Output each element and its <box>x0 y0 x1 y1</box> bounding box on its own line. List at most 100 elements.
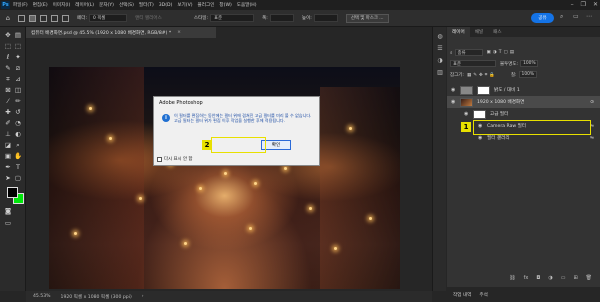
dont-show-again-checkbox[interactable]: 다시 표시 안 함 <box>157 156 192 162</box>
intersect-selection-icon[interactable] <box>62 14 69 22</box>
stamp-tool-icon[interactable]: ⊥ <box>4 130 12 138</box>
fill-input[interactable]: 100% <box>518 71 537 78</box>
new-selection-icon[interactable] <box>29 14 36 22</box>
height-input[interactable] <box>313 14 338 22</box>
quick-select-tool-icon[interactable]: ✎ <box>4 64 12 72</box>
color-panel-icon[interactable]: ◍ <box>436 33 444 41</box>
menu-plugins[interactable]: 플러그인 <box>198 2 215 8</box>
layer-name[interactable]: 밝도 / 대비 1 <box>494 87 520 93</box>
menu-help[interactable]: 도움말(H) <box>237 2 257 8</box>
add-selection-icon[interactable] <box>40 14 47 22</box>
blur-tool-icon[interactable]: ◔ <box>14 119 22 127</box>
fx-icon[interactable]: fx <box>524 275 529 283</box>
menu-type[interactable]: 문자(Y) <box>99 2 114 8</box>
crop-tool-icon[interactable]: ⌗ <box>4 75 12 83</box>
shape-tool-icon[interactable]: ▢ <box>14 174 22 182</box>
subtract-selection-icon[interactable] <box>51 14 58 22</box>
eraser-tool-icon[interactable]: ◪ <box>4 141 12 149</box>
add-mask-icon[interactable]: ◘ <box>536 275 540 283</box>
artboard-tool-icon[interactable]: ▤ <box>14 31 22 39</box>
menu-view[interactable]: 보기(V) <box>177 2 192 8</box>
layer-row[interactable]: ◉ 1920 x 1080 배경화면 ⊙ <box>447 96 600 108</box>
gradient-tool-icon[interactable]: ▣ <box>4 152 12 160</box>
tab-history[interactable]: 작업 내역 <box>453 292 471 298</box>
menu-edit[interactable]: 편집(E) <box>33 2 48 8</box>
type-tool-icon[interactable]: T <box>14 163 22 171</box>
link-layers-icon[interactable]: ⛓ <box>509 275 515 283</box>
feather-input[interactable]: 0 픽셀 <box>89 14 128 22</box>
close-tab-icon[interactable]: × <box>177 30 181 35</box>
visibility-eye-icon[interactable]: ◉ <box>478 135 484 141</box>
filter-kind-select[interactable]: 종류 <box>454 49 483 56</box>
menu-file[interactable]: 파일(F) <box>13 2 28 8</box>
visibility-eye-icon[interactable]: ◉ <box>451 87 457 93</box>
slice-tool-icon[interactable]: ⧄ <box>14 64 22 72</box>
zoom-tool-icon[interactable]: ⌕ <box>14 141 22 149</box>
foreground-color-swatch[interactable] <box>7 187 18 198</box>
antialias-label[interactable]: 앤티 앨리어스 <box>135 15 162 21</box>
healing-brush-icon[interactable]: ✚ <box>4 108 12 116</box>
screen-mode-icon[interactable]: ▭ <box>4 219 12 227</box>
select-and-mask-button[interactable]: 선택 및 마스크 ... <box>345 13 389 23</box>
zoom-level[interactable]: 45.53% <box>33 294 51 299</box>
menu-window[interactable]: 창(W) <box>219 2 231 8</box>
tab-notes[interactable]: 주석 <box>479 292 487 298</box>
group-icon[interactable]: ▭ <box>561 275 566 283</box>
properties-panel-icon[interactable]: ☰ <box>436 45 444 53</box>
search-icon[interactable]: ⌕ <box>560 13 568 21</box>
lasso-tool-icon[interactable]: ℓ <box>4 53 12 61</box>
pen-tool-icon[interactable]: ✒ <box>4 163 12 171</box>
delete-layer-icon[interactable]: 🗑 <box>586 275 592 283</box>
opacity-input[interactable]: 100% <box>520 60 539 67</box>
tab-paths[interactable]: 패스 <box>488 27 506 37</box>
ruler-tool-icon[interactable]: ⊿ <box>14 75 22 83</box>
lock-icons[interactable]: ▦✎✥⌗🔒 <box>467 72 497 78</box>
adjustment-icon[interactable]: ◑ <box>548 275 552 283</box>
share-button[interactable]: 공유 <box>531 13 554 23</box>
adjustments-panel-icon[interactable]: ◑ <box>436 57 444 65</box>
layer-name[interactable]: 1920 x 1080 배경화면 <box>477 99 524 105</box>
close-icon[interactable]: ✕ <box>593 1 598 8</box>
visibility-eye-icon[interactable]: ◉ <box>451 99 457 105</box>
checkbox-box[interactable] <box>157 156 162 162</box>
magic-wand-icon[interactable]: ✦ <box>14 53 22 61</box>
menu-image[interactable]: 이미지(I) <box>53 2 71 8</box>
filter-icons[interactable]: ▣◑T▢▤ <box>487 50 516 55</box>
style-select[interactable]: 표준 <box>210 14 255 22</box>
minimize-icon[interactable]: – <box>571 1 574 8</box>
status-arrow-icon[interactable]: › <box>142 294 144 299</box>
brush-tool-icon[interactable]: ✐ <box>4 119 12 127</box>
frame-tool-icon[interactable]: ⊠ <box>4 86 12 94</box>
home-icon[interactable]: ⌂ <box>4 14 12 22</box>
move-tool-icon[interactable]: ✥ <box>4 31 12 39</box>
marquee-tool-icon[interactable]: ⬚ <box>4 42 12 50</box>
layer-row[interactable]: ◉ 밝도 / 대비 1 <box>447 84 600 96</box>
document-tab[interactable]: 컴퓨터 배경화면.psd @ 45.5% (1920 x 1080 배경화면, … <box>26 27 216 38</box>
menu-filter[interactable]: 필터(T) <box>139 2 154 8</box>
restore-icon[interactable]: ❐ <box>581 1 586 8</box>
quick-mask-icon[interactable]: ◙ <box>4 207 12 215</box>
object-select-icon[interactable]: ⬚ <box>14 42 22 50</box>
more-icon[interactable]: ⋯ <box>586 13 594 21</box>
pencil-tool-icon[interactable]: ✏ <box>14 97 22 105</box>
dodge-tool-icon[interactable]: ◐ <box>14 130 22 138</box>
marquee-preset-icon[interactable] <box>18 14 25 22</box>
tab-layers[interactable]: 레이어 <box>447 27 470 37</box>
layer-row[interactable]: ◉ 고급 필터 <box>447 108 600 120</box>
eyedropper-tool-icon[interactable]: ⁄ <box>4 97 12 105</box>
hand-tool-icon[interactable]: ✋ <box>14 152 22 160</box>
layer-name[interactable]: 필터 갤러리 <box>487 135 510 141</box>
patch-tool-icon[interactable]: ◫ <box>14 86 22 94</box>
tab-channels[interactable]: 채널 <box>470 27 488 37</box>
path-select-icon[interactable]: ➤ <box>4 174 12 182</box>
blend-mode-select[interactable]: 표준 <box>450 60 496 67</box>
history-brush-icon[interactable]: ↺ <box>14 108 22 116</box>
menu-layer[interactable]: 레이어(L) <box>75 2 94 8</box>
libraries-panel-icon[interactable]: ▥ <box>436 69 444 77</box>
width-input[interactable] <box>269 14 294 22</box>
new-layer-icon[interactable]: ⊞ <box>573 275 577 283</box>
filter-options-icon[interactable]: ⇋ <box>590 136 594 141</box>
layer-name[interactable]: 고급 필터 <box>490 111 508 117</box>
workspace-icon[interactable]: ▭ <box>573 13 581 21</box>
menu-select[interactable]: 선택(S) <box>119 2 134 8</box>
